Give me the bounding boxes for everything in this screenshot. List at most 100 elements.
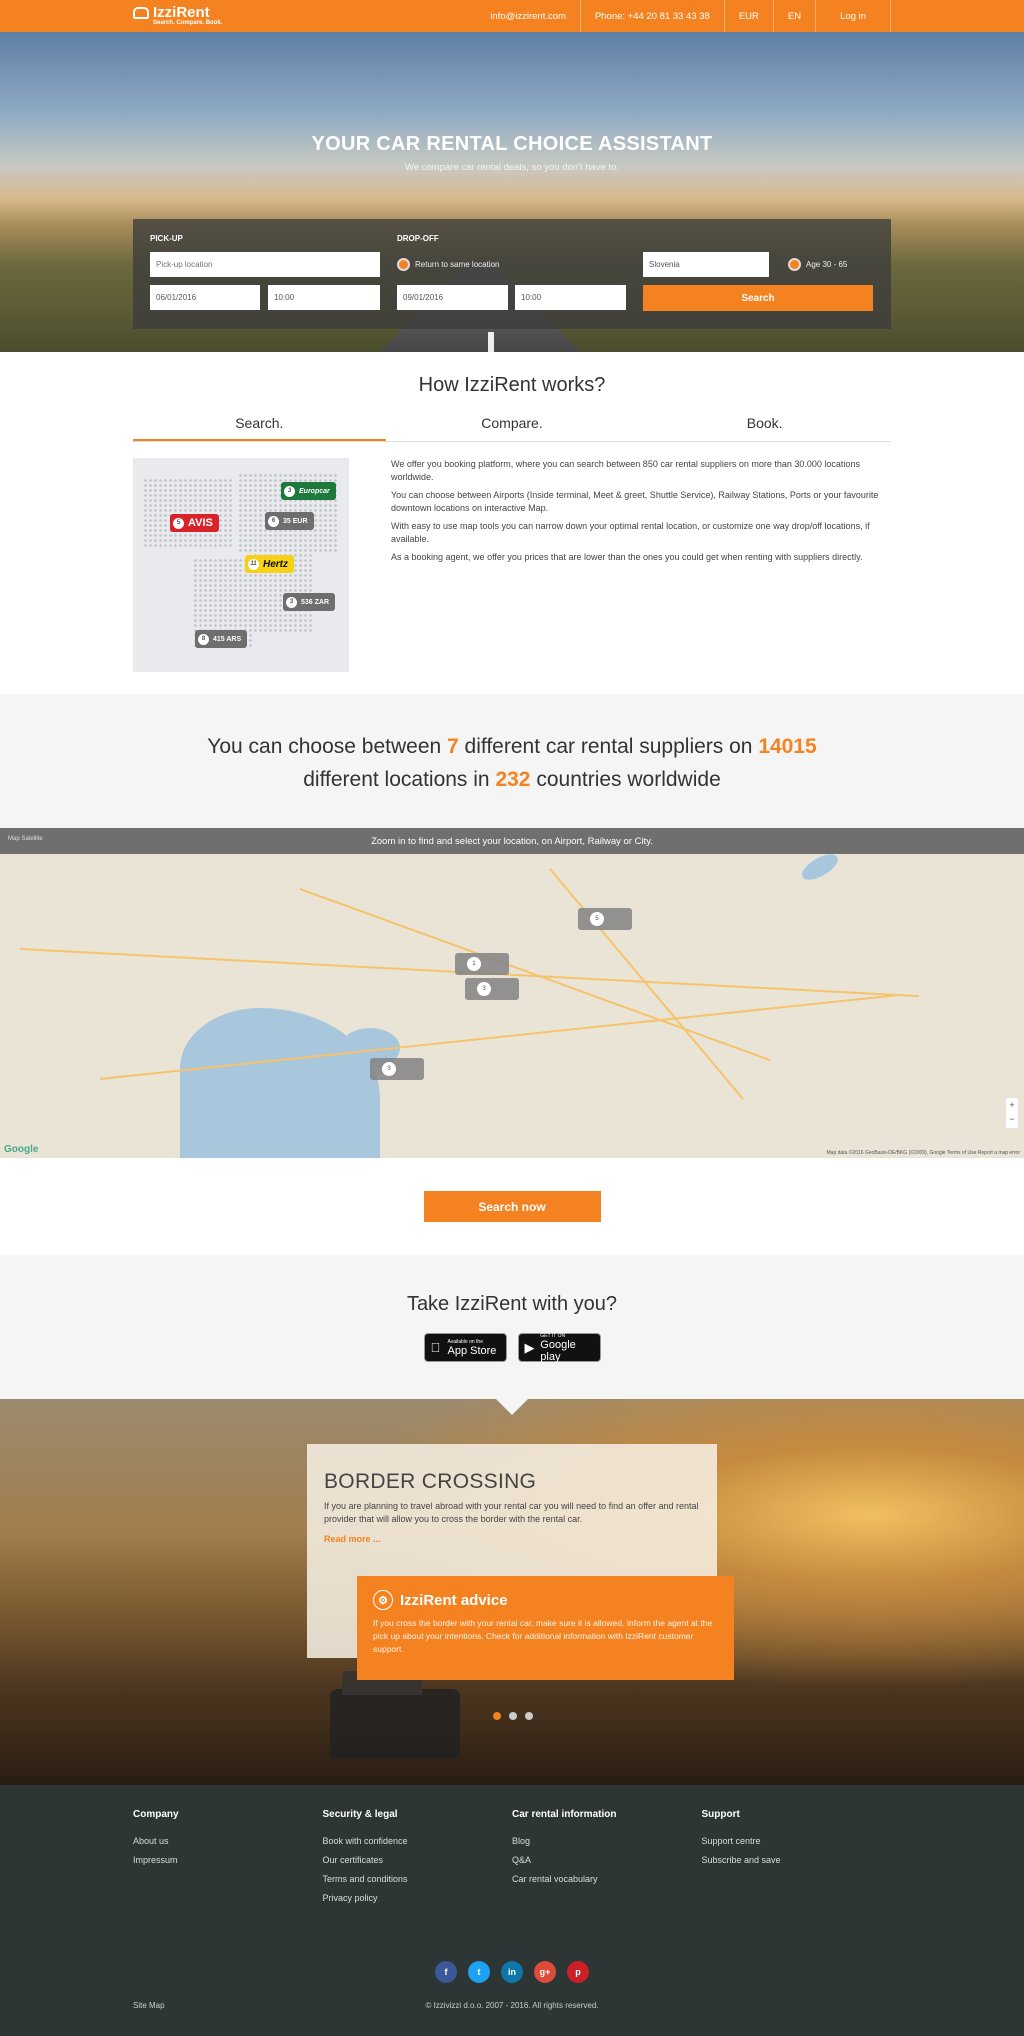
map-copyright: Map data ©2016 GeoBasis-DE/BKG (©2009), …: [826, 1150, 1020, 1156]
read-more-link[interactable]: Read more ...: [324, 1534, 700, 1544]
zoom-in-button[interactable]: +: [1006, 1098, 1018, 1112]
hero: YOUR CAR RENTAL CHOICE ASSISTANT We comp…: [0, 32, 1024, 352]
linkedin-icon[interactable]: in: [501, 1961, 523, 1983]
footer-col-security: Security & legal Book with confidence Ou…: [323, 1809, 513, 1912]
map-cluster-marker[interactable]: 3: [465, 978, 519, 1000]
footer-link[interactable]: Blog: [512, 1836, 702, 1846]
sitemap-link[interactable]: Site Map: [133, 2001, 165, 2010]
logo[interactable]: IzziRent Search. Compare. Book.: [133, 3, 223, 27]
apps-section: Take IzziRent with you?  Available on t…: [0, 1255, 1024, 1399]
country-input[interactable]: [643, 252, 769, 277]
age-radio[interactable]: Age 30 - 65: [788, 258, 847, 271]
locations-count: 14015: [758, 735, 817, 758]
tab-compare[interactable]: Compare.: [386, 415, 639, 441]
age-label: Age 30 - 65: [806, 260, 848, 269]
pickup-time-input[interactable]: [268, 285, 380, 310]
car-illustration: [330, 1671, 460, 1759]
pickup-label: PICK-UP: [150, 234, 183, 243]
search-button[interactable]: Search: [643, 285, 873, 311]
carousel-dot[interactable]: [509, 1712, 517, 1720]
top-bar: IzziRent Search. Compare. Book. info@izz…: [0, 0, 1024, 32]
dropoff-date-input[interactable]: [397, 285, 508, 310]
google-plus-icon[interactable]: g+: [534, 1961, 556, 1983]
play-icon: ▶: [524, 1339, 535, 1355]
pin-ars: 8 415 ARS: [195, 630, 248, 648]
map-cluster-marker[interactable]: 5: [578, 908, 632, 930]
footer-link[interactable]: Support centre: [702, 1836, 892, 1846]
map-type-toggle[interactable]: Map Satellite: [8, 836, 43, 842]
copyright: © Izzivizzi d.o.o. 2007 - 2016. All righ…: [425, 2001, 599, 2010]
apple-icon: : [431, 1340, 444, 1355]
map-cluster-marker[interactable]: 1: [455, 953, 509, 975]
map-zoom-control[interactable]: + −: [1006, 1098, 1018, 1128]
footer-link[interactable]: Impressum: [133, 1855, 323, 1865]
pickup-date-input[interactable]: [150, 285, 260, 310]
advice-title: IzziRent advice: [400, 1591, 508, 1609]
social-links: f t in g+ p: [0, 1961, 1024, 1983]
footer-heading: Company: [133, 1809, 179, 1820]
search-now-button[interactable]: Search now: [423, 1191, 601, 1222]
card-text: If you are planning to travel abroad wit…: [324, 1501, 699, 1524]
return-same-location-radio[interactable]: Return to same location: [397, 258, 500, 271]
how-description: We offer you booking platform, where you…: [391, 458, 891, 672]
pin-hertz: 11 Hertz: [245, 555, 295, 573]
carousel-dot[interactable]: [525, 1712, 533, 1720]
twitter-icon[interactable]: t: [468, 1961, 490, 1983]
map-cluster-marker[interactable]: 3: [370, 1058, 424, 1080]
footer-heading: Car rental information: [512, 1809, 617, 1820]
pinterest-icon[interactable]: p: [567, 1961, 589, 1983]
countries-count: 232: [495, 768, 531, 791]
facebook-icon[interactable]: f: [435, 1961, 457, 1983]
card-title: BORDER CROSSING: [324, 1470, 537, 1493]
wrench-icon: ⚙: [373, 1590, 393, 1610]
carousel-dot[interactable]: [493, 1712, 501, 1720]
google-logo: Google: [4, 1144, 39, 1155]
dropoff-time-input[interactable]: [515, 285, 626, 310]
footer-heading: Security & legal: [322, 1809, 398, 1820]
footer-link[interactable]: Q&A: [512, 1855, 702, 1865]
radio-dot-icon: [788, 258, 801, 271]
stats-line-1: You can choose between 7 different car r…: [207, 735, 817, 758]
pickup-location-input[interactable]: [150, 252, 380, 277]
search-form: PICK-UP DROP-OFF Return to same location…: [133, 219, 891, 329]
footer-link[interactable]: Our certificates: [323, 1855, 513, 1865]
advice-text: If you cross the border with your rental…: [373, 1618, 713, 1654]
pin-zar: 3 536 ZAR: [283, 593, 336, 611]
footer-link[interactable]: Book with confidence: [323, 1836, 513, 1846]
how-title: How IzziRent works?: [418, 374, 606, 396]
language-selector[interactable]: EN: [772, 0, 815, 32]
logo-tagline: Search. Compare. Book.: [153, 19, 223, 26]
pin-eur: 6 35 EUR: [265, 512, 314, 530]
footer-link[interactable]: Car rental vocabulary: [512, 1874, 702, 1884]
currency-selector[interactable]: EUR: [723, 0, 773, 32]
how-paragraph: We offer you booking platform, where you…: [391, 459, 860, 482]
car-logo-icon: [133, 7, 149, 19]
how-paragraph: You can choose between Airports (Inside …: [391, 490, 879, 513]
map-banner: Zoom in to find and select your location…: [0, 828, 1024, 854]
apps-title: Take IzziRent with you?: [406, 1293, 618, 1315]
google-play-button[interactable]: ▶ GET IT ON Google play: [517, 1333, 601, 1363]
footer: Company About us Impressum Security & le…: [0, 1785, 1024, 2036]
footer-heading: Support: [701, 1809, 740, 1820]
hero-subtitle: We compare car rental deals, so you don'…: [405, 162, 619, 173]
zoom-out-button[interactable]: −: [1006, 1112, 1018, 1126]
carousel-dots: [493, 1712, 533, 1720]
phone-link[interactable]: Phone: +44 20 81 33 43 38: [579, 0, 724, 32]
tab-book[interactable]: Book.: [638, 415, 891, 441]
footer-link[interactable]: Terms and conditions: [323, 1874, 513, 1884]
app-store-button[interactable]:  Available on theApp Store: [423, 1333, 507, 1362]
footer-col-support: Support Support centre Subscribe and sav…: [702, 1809, 892, 1912]
logo-name: IzziRent: [153, 3, 210, 21]
radio-dot-icon: [397, 258, 410, 271]
advice-box: ⚙ IzziRent advice If you cross the border…: [357, 1576, 734, 1680]
email-link[interactable]: info@izzirent.com: [476, 0, 580, 32]
how-paragraph: As a booking agent, we offer you prices …: [391, 552, 863, 562]
dropoff-label: DROP-OFF: [397, 234, 439, 243]
footer-link[interactable]: About us: [133, 1836, 323, 1846]
tab-search[interactable]: Search.: [133, 415, 386, 441]
footer-link[interactable]: Subscribe and save: [702, 1855, 892, 1865]
footer-link[interactable]: Privacy policy: [323, 1893, 513, 1903]
login-link[interactable]: Log in: [815, 0, 891, 32]
interactive-map[interactable]: Zoom in to find and select your location…: [0, 828, 1024, 1158]
how-it-works: How IzziRent works? Search. Compare. Boo…: [0, 352, 1024, 694]
